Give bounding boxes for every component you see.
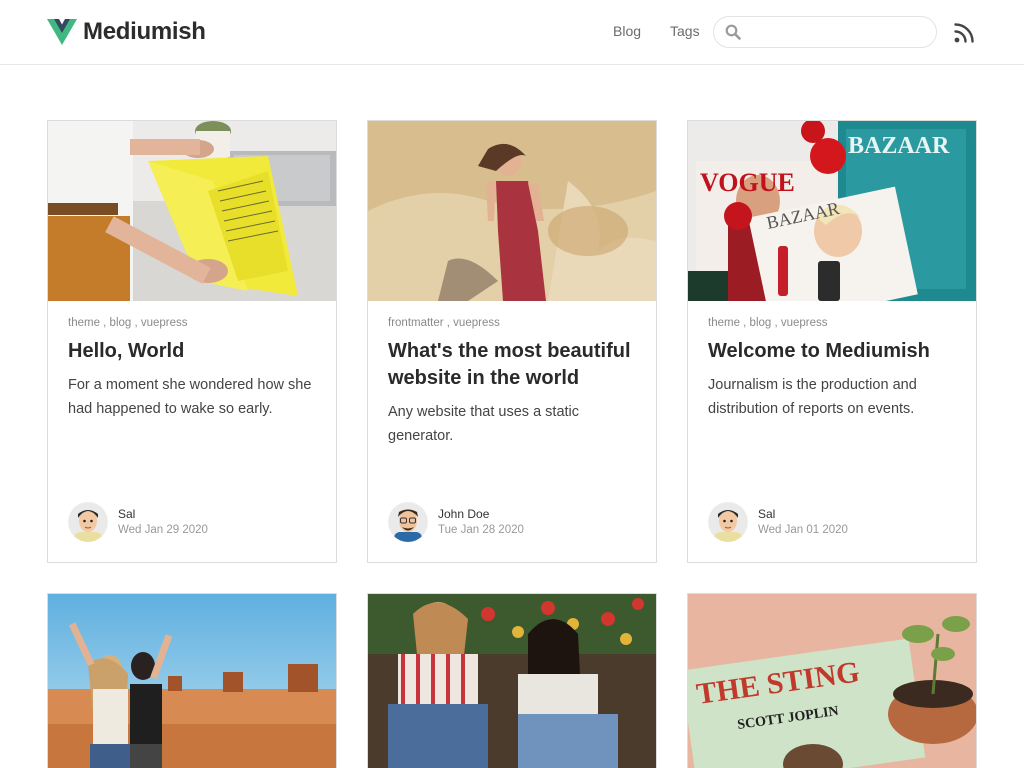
author-avatar[interactable] bbox=[708, 502, 748, 542]
post-tags[interactable]: theme , blog , vuepress bbox=[68, 317, 318, 329]
vue-logo-icon bbox=[47, 19, 77, 45]
nav-link-blog[interactable]: Blog bbox=[613, 23, 641, 39]
post-card-body: theme , blog , vuepress Welcome to Mediu… bbox=[708, 317, 958, 421]
post-title[interactable]: What's the most beautiful website in the… bbox=[388, 338, 638, 392]
post-card-body: frontmatter , vuepress What's the most b… bbox=[388, 317, 638, 448]
author-avatar[interactable] bbox=[68, 502, 108, 542]
post-excerpt: Journalism is the production and distrib… bbox=[708, 377, 917, 417]
post-image[interactable]: VOGUE BAZAAR BAZAAR bbox=[688, 121, 976, 301]
post-card-body: theme , blog , vuepress Hello, World For… bbox=[68, 317, 318, 421]
post-author-footer: Sal Wed Jan 01 2020 bbox=[708, 502, 848, 542]
post-image[interactable] bbox=[368, 594, 656, 768]
post-excerpt: For a moment she wondered how she had ha… bbox=[68, 377, 312, 417]
nav-link-tags[interactable]: Tags bbox=[670, 23, 700, 39]
post-card[interactable]: theme , blog , vuepress Hello, World For… bbox=[47, 120, 337, 563]
post-author-footer: Sal Wed Jan 29 2020 bbox=[68, 502, 208, 542]
post-tags[interactable]: theme , blog , vuepress bbox=[708, 317, 958, 329]
post-author-footer: John Doe Tue Jan 28 2020 bbox=[388, 502, 524, 542]
brand-link[interactable]: Mediumish bbox=[47, 18, 206, 46]
post-card[interactable] bbox=[47, 593, 337, 768]
post-image[interactable] bbox=[368, 121, 656, 301]
post-card[interactable]: frontmatter , vuepress What's the most b… bbox=[367, 120, 657, 563]
search-icon bbox=[725, 24, 741, 40]
search-box[interactable] bbox=[713, 16, 937, 48]
post-tags[interactable]: frontmatter , vuepress bbox=[388, 317, 638, 329]
author-name[interactable]: Sal bbox=[118, 507, 208, 522]
post-image[interactable] bbox=[48, 121, 336, 301]
author-name[interactable]: Sal bbox=[758, 507, 848, 522]
post-date: Tue Jan 28 2020 bbox=[438, 523, 524, 536]
post-image[interactable] bbox=[48, 594, 336, 768]
post-title[interactable]: Hello, World bbox=[68, 338, 318, 365]
post-card[interactable] bbox=[367, 593, 657, 768]
post-date: Wed Jan 29 2020 bbox=[118, 523, 208, 536]
search-input[interactable] bbox=[747, 18, 926, 46]
top-navbar: Mediumish Blog Tags bbox=[0, 0, 1024, 65]
post-card[interactable]: VOGUE BAZAAR BAZAAR theme , blog , vuepr… bbox=[687, 120, 977, 563]
rss-feed-icon[interactable] bbox=[954, 22, 975, 43]
post-title[interactable]: Welcome to Mediumish bbox=[708, 338, 958, 365]
svg-text:VOGUE: VOGUE bbox=[700, 168, 795, 197]
brand-title: Mediumish bbox=[83, 18, 206, 45]
author-name[interactable]: John Doe bbox=[438, 507, 524, 522]
post-image[interactable]: THE STING SCOTT JOPLIN bbox=[688, 594, 976, 768]
author-avatar[interactable] bbox=[388, 502, 428, 542]
post-date: Wed Jan 01 2020 bbox=[758, 523, 848, 536]
post-excerpt: Any website that uses a static generator… bbox=[388, 404, 580, 444]
post-card[interactable]: THE STING SCOTT JOPLIN bbox=[687, 593, 977, 768]
svg-text:BAZAAR: BAZAAR bbox=[848, 133, 950, 159]
